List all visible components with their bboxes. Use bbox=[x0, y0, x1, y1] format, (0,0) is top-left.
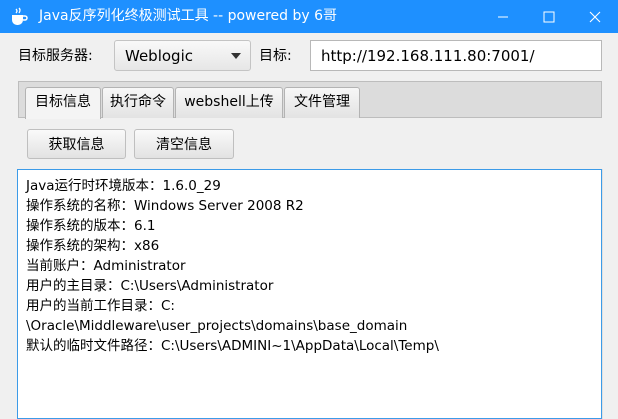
server-select[interactable]: Weblogic bbox=[114, 40, 251, 71]
server-label: 目标服务器: bbox=[18, 48, 93, 64]
server-select-value: Weblogic bbox=[125, 47, 193, 65]
clear-info-button[interactable]: 清空信息 bbox=[134, 129, 234, 159]
minimize-icon bbox=[498, 16, 508, 17]
window-title: Java反序列化终极测试工具 -- powered by 6哥 bbox=[39, 8, 338, 24]
output-line: 默认的临时文件路径：C:\Users\ADMINI~1\AppData\Loca… bbox=[26, 338, 439, 354]
tab-execute-command[interactable]: 执行命令 bbox=[102, 87, 174, 118]
coffee-cup-icon bbox=[9, 7, 29, 27]
target-url-input[interactable] bbox=[310, 40, 602, 71]
tab-file-management[interactable]: 文件管理 bbox=[284, 87, 360, 118]
output-line: 操作系统的名称：Windows Server 2008 R2 bbox=[26, 198, 304, 214]
maximize-button[interactable] bbox=[526, 0, 572, 33]
maximize-icon bbox=[543, 11, 555, 22]
tab-target-info[interactable]: 目标信息 bbox=[25, 87, 101, 119]
close-icon bbox=[589, 11, 601, 22]
output-textarea[interactable]: Java运行时环境版本：1.6.0_29 操作系统的名称：Windows Ser… bbox=[17, 169, 602, 419]
get-info-button[interactable]: 获取信息 bbox=[27, 129, 126, 159]
title-bar[interactable]: Java反序列化终极测试工具 -- powered by 6哥 bbox=[0, 0, 618, 33]
output-line: 当前账户：Administrator bbox=[26, 258, 186, 274]
target-label: 目标: bbox=[259, 48, 292, 64]
output-line: 用户的主目录：C:\Users\Administrator bbox=[26, 278, 274, 294]
output-line: 操作系统的架构：x86 bbox=[26, 238, 160, 254]
output-line: 操作系统的版本：6.1 bbox=[26, 218, 156, 234]
output-line: Java运行时环境版本：1.6.0_29 bbox=[26, 178, 221, 194]
minimize-button[interactable] bbox=[480, 0, 526, 33]
output-line: 用户的当前工作目录：C: bbox=[26, 298, 175, 314]
tab-webshell-upload[interactable]: webshell上传 bbox=[175, 87, 283, 118]
output-line: \Oracle\Middleware\user_projects\domains… bbox=[26, 318, 408, 334]
chevron-down-icon bbox=[231, 53, 241, 59]
close-button[interactable] bbox=[572, 0, 618, 33]
vertical-scrollbar[interactable] bbox=[602, 169, 618, 419]
